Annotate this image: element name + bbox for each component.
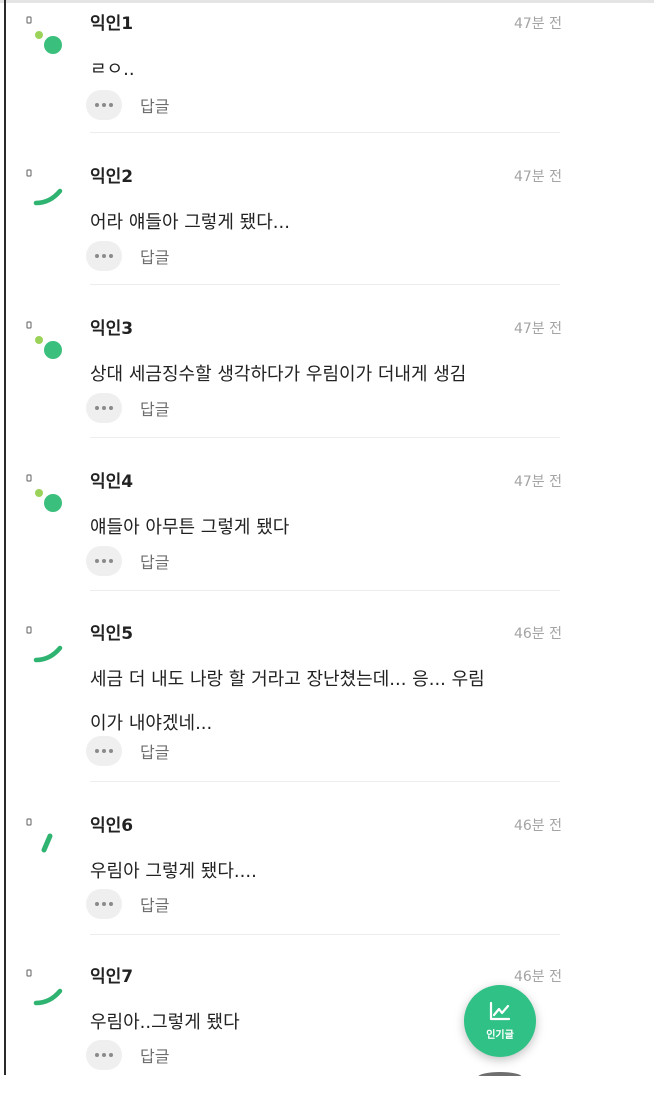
comment-line: ㄹㅇ..: [90, 59, 135, 80]
comment-actions: 답글: [86, 889, 169, 919]
comment-text: 어라 얘들아 그렇게 됐다...: [90, 203, 560, 243]
comment-divider: [90, 132, 560, 133]
reply-button[interactable]: 답글: [140, 892, 169, 916]
reply-button[interactable]: 답글: [140, 1043, 169, 1067]
more-icon: [95, 902, 113, 906]
comment-author: 익인2: [90, 167, 134, 187]
popular-posts-button[interactable]: 인기글: [464, 985, 536, 1057]
reply-button[interactable]: 답글: [140, 396, 169, 420]
comment-text: 상대 세금징수할 생각하다가 우림이가 더내게 생김: [90, 355, 560, 395]
comment-divider: [90, 284, 560, 285]
more-icon: [95, 1053, 113, 1057]
dots-avatar-icon[interactable]: [20, 319, 72, 371]
comment-line: 얘들아 아무튼 그렇게 됐다: [90, 517, 290, 538]
comment-actions: 답글: [86, 393, 169, 423]
more-options-button[interactable]: [86, 546, 122, 576]
curve-avatar-icon[interactable]: [20, 624, 72, 676]
comment-time: 46분 전: [513, 626, 562, 642]
top-divider: [0, 0, 654, 3]
reply-button[interactable]: 답글: [140, 93, 169, 117]
comment-text: ㄹㅇ..: [90, 50, 560, 90]
reply-button[interactable]: 답글: [140, 244, 169, 268]
comment-author: 익인4: [90, 472, 134, 492]
more-options-button[interactable]: [86, 889, 122, 919]
bottom-strip: [0, 1076, 654, 1093]
comment-divider: [90, 590, 560, 591]
more-options-button[interactable]: [86, 393, 122, 423]
comment-text: 세금 더 내도 나랑 할 거라고 장난쳤는데... 응... 우림 이가 내야겠…: [90, 660, 560, 744]
curve-avatar-icon[interactable]: [20, 167, 72, 219]
more-options-button[interactable]: [86, 736, 122, 766]
popular-posts-label: 인기글: [486, 1030, 514, 1041]
more-options-button[interactable]: [86, 1040, 122, 1070]
comment-time: 47분 전: [513, 474, 562, 490]
comment-actions: 답글: [86, 1040, 169, 1070]
comment-author: 익인6: [90, 816, 134, 836]
comment-author: 익인3: [90, 319, 134, 339]
dots-avatar-icon[interactable]: [20, 14, 72, 66]
more-icon: [95, 559, 113, 563]
more-icon: [95, 103, 113, 107]
comment-author: 익인5: [90, 624, 134, 644]
reply-button[interactable]: 답글: [140, 549, 169, 573]
comment-time: 47분 전: [513, 169, 562, 185]
more-options-button[interactable]: [86, 241, 122, 271]
comment-divider: [90, 934, 560, 935]
comment-actions: 답글: [86, 546, 169, 576]
reply-button[interactable]: 답글: [140, 739, 169, 763]
comment-text: 우림아 그렇게 됐다....: [90, 852, 560, 892]
comment-line: 상대 세금징수할 생각하다가 우림이가 더내게 생김: [90, 364, 467, 385]
comment-text: 얘들아 아무튼 그렇게 됐다: [90, 508, 560, 548]
comment-time: 46분 전: [513, 969, 562, 985]
comment-line: 어라 얘들아 그렇게 됐다...: [90, 212, 290, 233]
comment-author: 익인1: [90, 14, 134, 34]
more-options-button[interactable]: [86, 90, 122, 120]
comment-actions: 답글: [86, 241, 169, 271]
comment-actions: 답글: [86, 736, 169, 766]
dots-avatar-icon[interactable]: [20, 472, 72, 524]
comment-divider: [90, 781, 560, 782]
left-border: [4, 0, 6, 1075]
comment-time: 47분 전: [513, 321, 562, 337]
trending-chart-icon: [489, 1001, 511, 1021]
comment-time: 47분 전: [513, 16, 562, 32]
more-icon: [95, 254, 113, 258]
more-icon: [95, 406, 113, 410]
comment-actions: 답글: [86, 90, 169, 120]
comment-divider: [90, 437, 560, 438]
slash-avatar-icon[interactable]: [20, 816, 72, 868]
comment-author: 익인7: [90, 967, 134, 987]
comment-line: 세금 더 내도 나랑 할 거라고 장난쳤는데... 응... 우림: [90, 669, 485, 690]
curve-avatar-icon[interactable]: [20, 967, 72, 1019]
comment-time: 46분 전: [513, 818, 562, 834]
more-icon: [95, 749, 113, 753]
comment-line: 우림아 그렇게 됐다....: [90, 861, 257, 882]
